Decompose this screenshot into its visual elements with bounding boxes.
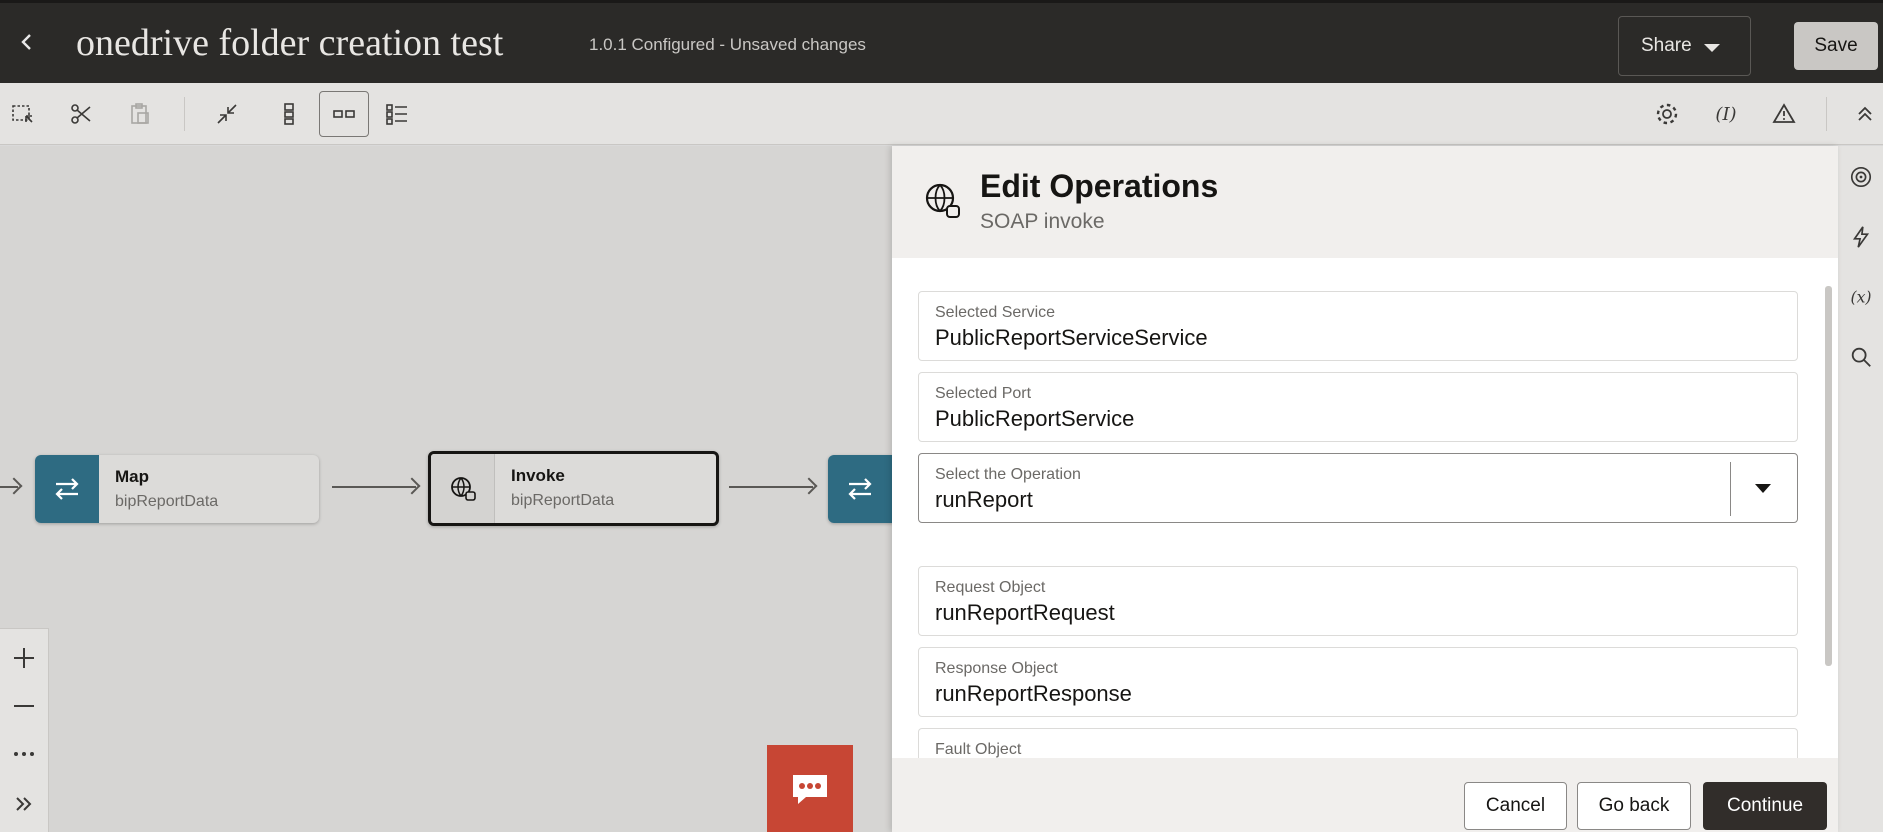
field-value: runReport — [935, 487, 1033, 512]
cut-button[interactable] — [62, 95, 100, 133]
field-label: Fault Object — [935, 741, 1022, 758]
select-area-button[interactable] — [4, 95, 42, 133]
flow-arrow — [729, 486, 813, 488]
chevron-down-icon — [1704, 44, 1720, 52]
chat-bubble-icon — [793, 774, 827, 804]
globe-plug-icon — [431, 454, 495, 523]
drawer-scrollbar[interactable] — [1825, 286, 1832, 666]
vertical-layout-icon — [284, 103, 294, 125]
canvas-toolbar: (I) — [0, 83, 1883, 145]
more-options-button[interactable] — [5, 735, 43, 773]
gear-icon — [1656, 103, 1678, 125]
node-subtitle: bipReportData — [115, 493, 219, 510]
save-button[interactable]: Save — [1794, 22, 1878, 70]
integration-status: 1.0.1 Configured - Unsaved changes — [589, 35, 866, 54]
zoom-in-button[interactable] — [5, 639, 43, 677]
search-button[interactable] — [1844, 340, 1878, 374]
list-view-icon — [386, 104, 407, 125]
chevron-down-icon[interactable] — [1755, 484, 1771, 493]
zoom-out-button[interactable] — [5, 687, 43, 725]
target-button[interactable] — [1844, 160, 1878, 194]
target-icon — [1850, 166, 1872, 188]
continue-button[interactable]: Continue — [1703, 782, 1827, 830]
map-node[interactable]: Map bipReportData — [35, 455, 319, 523]
node-title: Map — [115, 467, 149, 486]
vertical-layout-button[interactable] — [270, 95, 308, 133]
list-view-button[interactable] — [378, 95, 416, 133]
horizontal-layout-button[interactable] — [319, 91, 369, 137]
cancel-button[interactable]: Cancel — [1464, 782, 1567, 830]
field-label: Selected Port — [935, 385, 1032, 402]
integration-canvas[interactable]: Map bipReportData Invoke bipReportData — [0, 146, 928, 832]
paste-button[interactable] — [121, 95, 159, 133]
ellipsis-icon — [14, 752, 34, 756]
invoke-node[interactable]: Invoke bipReportData — [428, 451, 719, 526]
back-button[interactable] — [14, 27, 40, 57]
field-value: PublicReportServiceService — [935, 325, 1208, 350]
settings-button[interactable] — [1648, 95, 1686, 133]
variable-x-icon: (x) — [1850, 288, 1871, 307]
globe-plug-icon — [922, 180, 964, 222]
clipboard-icon — [131, 103, 149, 124]
search-icon — [1851, 347, 1871, 367]
drawer-footer: Cancel Go back Continue — [892, 758, 1838, 832]
integration-title: onedrive folder creation test — [76, 22, 504, 64]
tracking-button[interactable]: (I) — [1707, 95, 1745, 133]
marquee-select-icon — [12, 105, 33, 123]
errors-button[interactable] — [1765, 95, 1803, 133]
selected-service-field: Selected Service PublicReportServiceServ… — [918, 291, 1798, 361]
response-object-field: Response Object runReportResponse — [918, 647, 1798, 717]
field-value: PublicReportService — [935, 406, 1135, 431]
field-label: Request Object — [935, 579, 1046, 596]
share-button[interactable]: Share — [1618, 16, 1751, 76]
field-value: runReportResponse — [935, 681, 1132, 706]
chevron-double-right-icon — [16, 797, 32, 811]
select-divider — [1730, 462, 1731, 516]
chevron-double-up-icon — [1858, 106, 1872, 121]
expand-panel-button[interactable] — [5, 785, 43, 823]
collapse-toolbar-button[interactable] — [1850, 95, 1880, 133]
flow-arrow — [0, 486, 18, 488]
drawer-title: Edit Operations — [980, 168, 1219, 204]
request-object-field: Request Object runReportRequest — [918, 566, 1798, 636]
drawer-header: Edit Operations SOAP invoke — [892, 146, 1838, 258]
app-header: onedrive folder creation test 1.0.1 Conf… — [0, 0, 1883, 83]
operation-select[interactable]: Select the Operation runReport — [918, 453, 1798, 523]
chevron-left-icon — [21, 34, 31, 50]
variables-button[interactable]: (x) — [1844, 280, 1878, 314]
minus-icon — [14, 705, 34, 707]
flow-arrow — [332, 486, 416, 488]
actions-button[interactable] — [1844, 220, 1878, 254]
fault-object-field: Fault Object — [918, 728, 1798, 758]
field-value: runReportRequest — [935, 600, 1115, 625]
go-back-button[interactable]: Go back — [1577, 782, 1691, 830]
plus-icon — [14, 648, 34, 668]
field-label: Select the Operation — [935, 466, 1081, 483]
node-subtitle: bipReportData — [511, 492, 615, 509]
lightning-icon — [1852, 226, 1870, 248]
svg-text:(x): (x) — [1850, 288, 1871, 307]
collapse-arrows-icon — [217, 104, 237, 124]
selected-port-field: Selected Port PublicReportService — [918, 372, 1798, 442]
field-label: Response Object — [935, 660, 1058, 677]
edit-operations-drawer: Edit Operations SOAP invoke Selected Ser… — [892, 146, 1838, 832]
horizontal-layout-icon — [333, 110, 355, 118]
swap-arrows-icon — [35, 455, 99, 523]
field-label: Selected Service — [935, 304, 1056, 321]
toolbar-divider — [1826, 97, 1827, 131]
toolbar-divider — [184, 97, 185, 131]
variable-i-icon: (I) — [1715, 104, 1736, 125]
drawer-subtitle: SOAP invoke — [980, 210, 1105, 233]
swap-arrows-icon — [828, 455, 892, 523]
right-rail: (x) — [1838, 146, 1883, 832]
chat-button[interactable] — [767, 745, 853, 832]
node-title: Invoke — [511, 466, 565, 485]
collapse-button[interactable] — [208, 95, 246, 133]
share-label: Share — [1641, 35, 1692, 56]
svg-text:(I): (I) — [1715, 104, 1736, 125]
warning-icon — [1772, 103, 1796, 123]
scissors-icon — [71, 104, 91, 124]
zoom-controls — [0, 628, 49, 832]
